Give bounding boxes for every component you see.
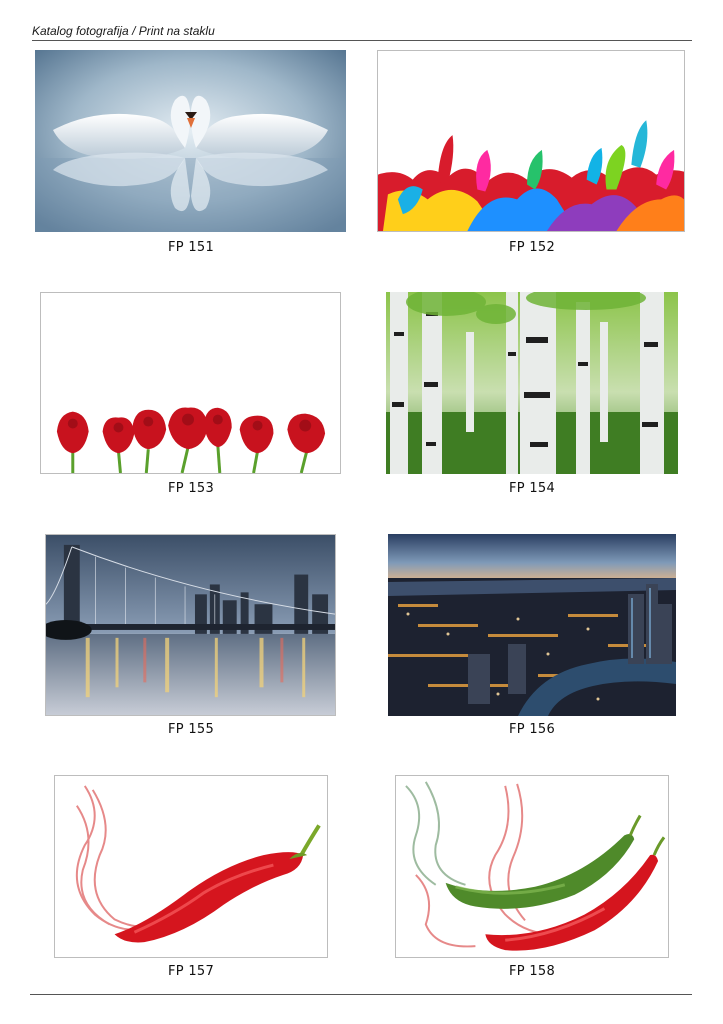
caption-fp-156: FP 156 xyxy=(508,722,556,737)
photo-birch-forest xyxy=(386,292,678,474)
caption-fp-152: FP 152 xyxy=(508,240,556,255)
caption-fp-153: FP 153 xyxy=(167,481,215,496)
photo-green-red-chili xyxy=(395,775,669,958)
caption-fp-151: FP 151 xyxy=(167,240,215,255)
header-rule xyxy=(32,40,692,41)
footer-rule xyxy=(30,994,692,995)
caption-fp-157: FP 157 xyxy=(167,964,215,979)
caption-fp-154: FP 154 xyxy=(508,481,556,496)
caption-fp-158: FP 158 xyxy=(508,964,556,979)
caption-fp-155: FP 155 xyxy=(167,722,215,737)
photo-brooklyn-bridge xyxy=(45,534,336,716)
photo-red-roses xyxy=(40,292,341,474)
photo-red-chili xyxy=(54,775,328,958)
photo-swans xyxy=(35,50,346,232)
photo-paint-splash xyxy=(377,50,685,232)
photo-city-aerial xyxy=(388,534,676,716)
page-header-title: Katalog fotografija / Print na staklu xyxy=(32,24,215,38)
